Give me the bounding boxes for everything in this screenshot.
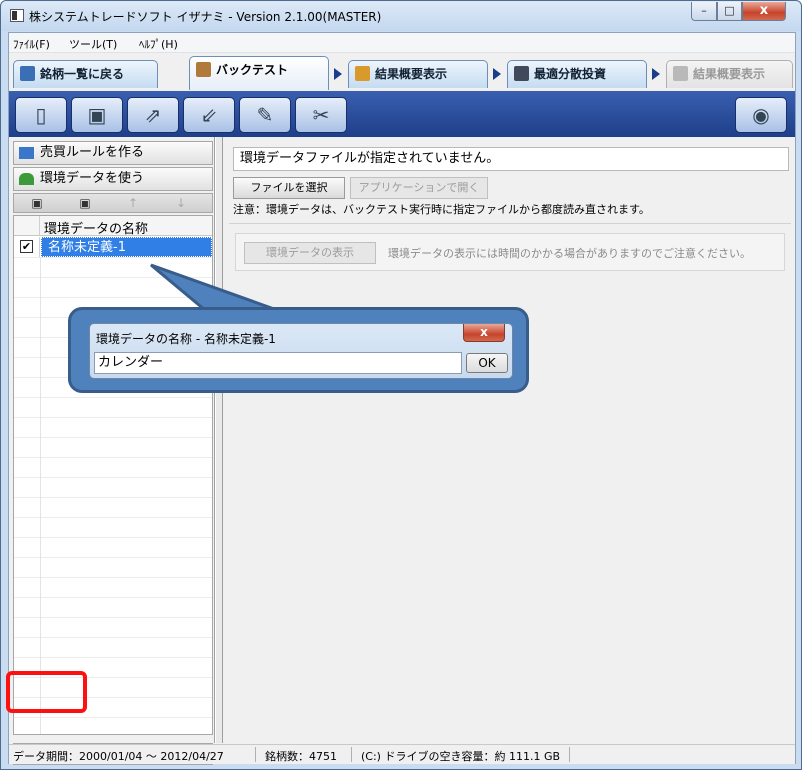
rules-icon (19, 147, 34, 159)
close-button[interactable]: x (742, 2, 786, 21)
pane-splitter[interactable] (215, 137, 223, 743)
settings-button[interactable]: ✂ (295, 97, 347, 133)
new-document-icon: ▯ (35, 103, 47, 127)
row-gutter: ✔ (14, 237, 40, 257)
status-data-period: データ期間：2000/01/04 〜 2012/04/27 (13, 750, 224, 763)
app-window: 株システムトレードソフト イザナミ - Version 2.1.00(MASTE… (0, 0, 802, 770)
add-button-highlight (6, 671, 87, 713)
tab-label: 最適分散投資 (534, 67, 607, 81)
new-button[interactable]: ▯ (15, 97, 67, 133)
result-summary-icon (355, 66, 370, 81)
list-item[interactable]: ✔ 名称未定義-1 (14, 237, 212, 257)
dialog-title: 環境データの名称 - 名称未定義-1 (96, 332, 276, 346)
list-header-label: 環境データの名称 (44, 222, 149, 237)
rename-dialog: 環境データの名称 - 名称未定義-1 x カレンダー OK (89, 323, 513, 379)
open-with-app-button: アプリケーションで開く (350, 177, 488, 199)
menu-file[interactable]: ﾌｧｲﾙ(F) (13, 36, 50, 52)
list-toolbar: ▣ ▣ ↑ ↓ (13, 193, 213, 213)
open-icon: ▣ (87, 103, 107, 127)
backtest-icon (196, 62, 211, 77)
header-gutter (14, 216, 40, 235)
env-name-input[interactable]: カレンダー (94, 352, 462, 374)
toolbar: ▯ ▣ ⇗ ⇙ ✎ ✂ ◉ (9, 91, 795, 137)
use-env-data-label: 環境データを使う (40, 171, 145, 186)
run-icon: ◉ (752, 103, 770, 127)
move-up-icon: ↑ (127, 196, 139, 210)
create-rules-button[interactable]: 売買ルールを作る (13, 141, 213, 165)
tab-optimal-distribution[interactable]: 最適分散投資 (507, 60, 647, 88)
import-button[interactable]: ⇙ (183, 97, 235, 133)
export-button[interactable]: ⇗ (127, 97, 179, 133)
status-separator (569, 747, 570, 762)
status-separator (351, 747, 352, 762)
status-separator (255, 747, 256, 762)
paint-button[interactable]: ✎ (239, 97, 291, 133)
row-name[interactable]: 名称未定義-1 (41, 237, 212, 257)
status-stock-count: 銘柄数：4751 (265, 750, 337, 763)
maximize-button[interactable]: □ (717, 2, 742, 21)
status-disk-space: (C:) ドライブの空き容量：約 111.1 GB (361, 750, 561, 763)
tab-stock-list[interactable]: 銘柄一覧に戻る (13, 60, 158, 88)
tools-icon: ✂ (312, 103, 330, 127)
view-group: 環境データの表示 環境データの表示には時間のかかる場合がありますのでご注意くださ… (235, 233, 785, 271)
optimal-distribution-icon (514, 66, 529, 81)
arrow-right-icon (652, 68, 660, 80)
tab-backtest[interactable]: バックテスト (189, 56, 329, 90)
sprout-icon (19, 173, 34, 185)
reload-note: 注意：環境データは、バックテスト実行時に指定ファイルから都度読み直されます。 (233, 203, 650, 216)
create-rules-label: 売買ルールを作る (40, 145, 145, 160)
import-icon: ⇙ (200, 103, 218, 127)
right-pane: 環境データファイルが指定されていません。 ファイルを選択 アプリケーションで開く… (223, 137, 795, 743)
divider (229, 223, 791, 224)
view-note: 環境データの表示には時間のかかる場合がありますのでご注意ください。 (388, 247, 751, 260)
client-area: ﾌｧｲﾙ(F) ツール(T) ﾍﾙﾌﾟ(H) 銘柄一覧に戻る バックテスト 結果… (8, 32, 796, 765)
tab-bar: 銘柄一覧に戻る バックテスト 結果概要表示 最適分散投資 結果概要表示 (9, 54, 795, 90)
tab-label: 結果概要表示 (375, 67, 448, 81)
arrow-right-icon (334, 68, 342, 80)
tab-result-summary[interactable]: 結果概要表示 (348, 60, 488, 88)
dialog-ok-button[interactable]: OK (466, 353, 508, 373)
dialog-close-button[interactable]: x (463, 324, 505, 342)
result-summary-icon (673, 66, 688, 81)
export-icon: ⇗ (144, 103, 162, 127)
arrow-right-icon (493, 68, 501, 80)
select-file-button[interactable]: ファイルを選択 (233, 177, 345, 199)
window-title: 株システムトレードソフト イザナミ - Version 2.1.00(MASTE… (29, 10, 382, 24)
move-down-icon: ↓ (175, 196, 187, 210)
tab-label: 結果概要表示 (693, 67, 766, 81)
save-icon[interactable]: ▣ (20, 195, 54, 211)
app-icon (10, 9, 24, 22)
paint-icon: ✎ (256, 103, 274, 127)
tab-label: バックテスト (216, 63, 289, 77)
list-header: 環境データの名称 (14, 216, 212, 237)
left-pane: 売買ルールを作る 環境データを使う ▣ ▣ ↑ ↓ 環境データの名称 ✔ 名称未… (9, 137, 215, 765)
open-button[interactable]: ▣ (71, 97, 123, 133)
tab-label: 銘柄一覧に戻る (40, 67, 125, 81)
menu-tools[interactable]: ツール(T) (69, 36, 117, 52)
title-bar[interactable]: 株システムトレードソフト イザナミ - Version 2.1.00(MASTE… (1, 1, 801, 31)
run-button[interactable]: ◉ (735, 97, 787, 133)
menu-help[interactable]: ﾍﾙﾌﾟ(H) (139, 36, 178, 52)
tab-result-summary-disabled: 結果概要表示 (666, 60, 793, 88)
stock-list-icon (20, 66, 35, 81)
file-status-field: 環境データファイルが指定されていません。 (233, 147, 789, 171)
status-bar: データ期間：2000/01/04 〜 2012/04/27 銘柄数：4751 (… (9, 744, 795, 764)
minimize-button[interactable]: – (691, 2, 717, 21)
show-env-data-button: 環境データの表示 (244, 242, 376, 264)
save-as-icon[interactable]: ▣ (68, 195, 102, 211)
menu-bar: ﾌｧｲﾙ(F) ツール(T) ﾍﾙﾌﾟ(H) (9, 33, 795, 53)
use-env-data-button[interactable]: 環境データを使う (13, 167, 213, 191)
row-checkbox[interactable]: ✔ (20, 240, 33, 253)
